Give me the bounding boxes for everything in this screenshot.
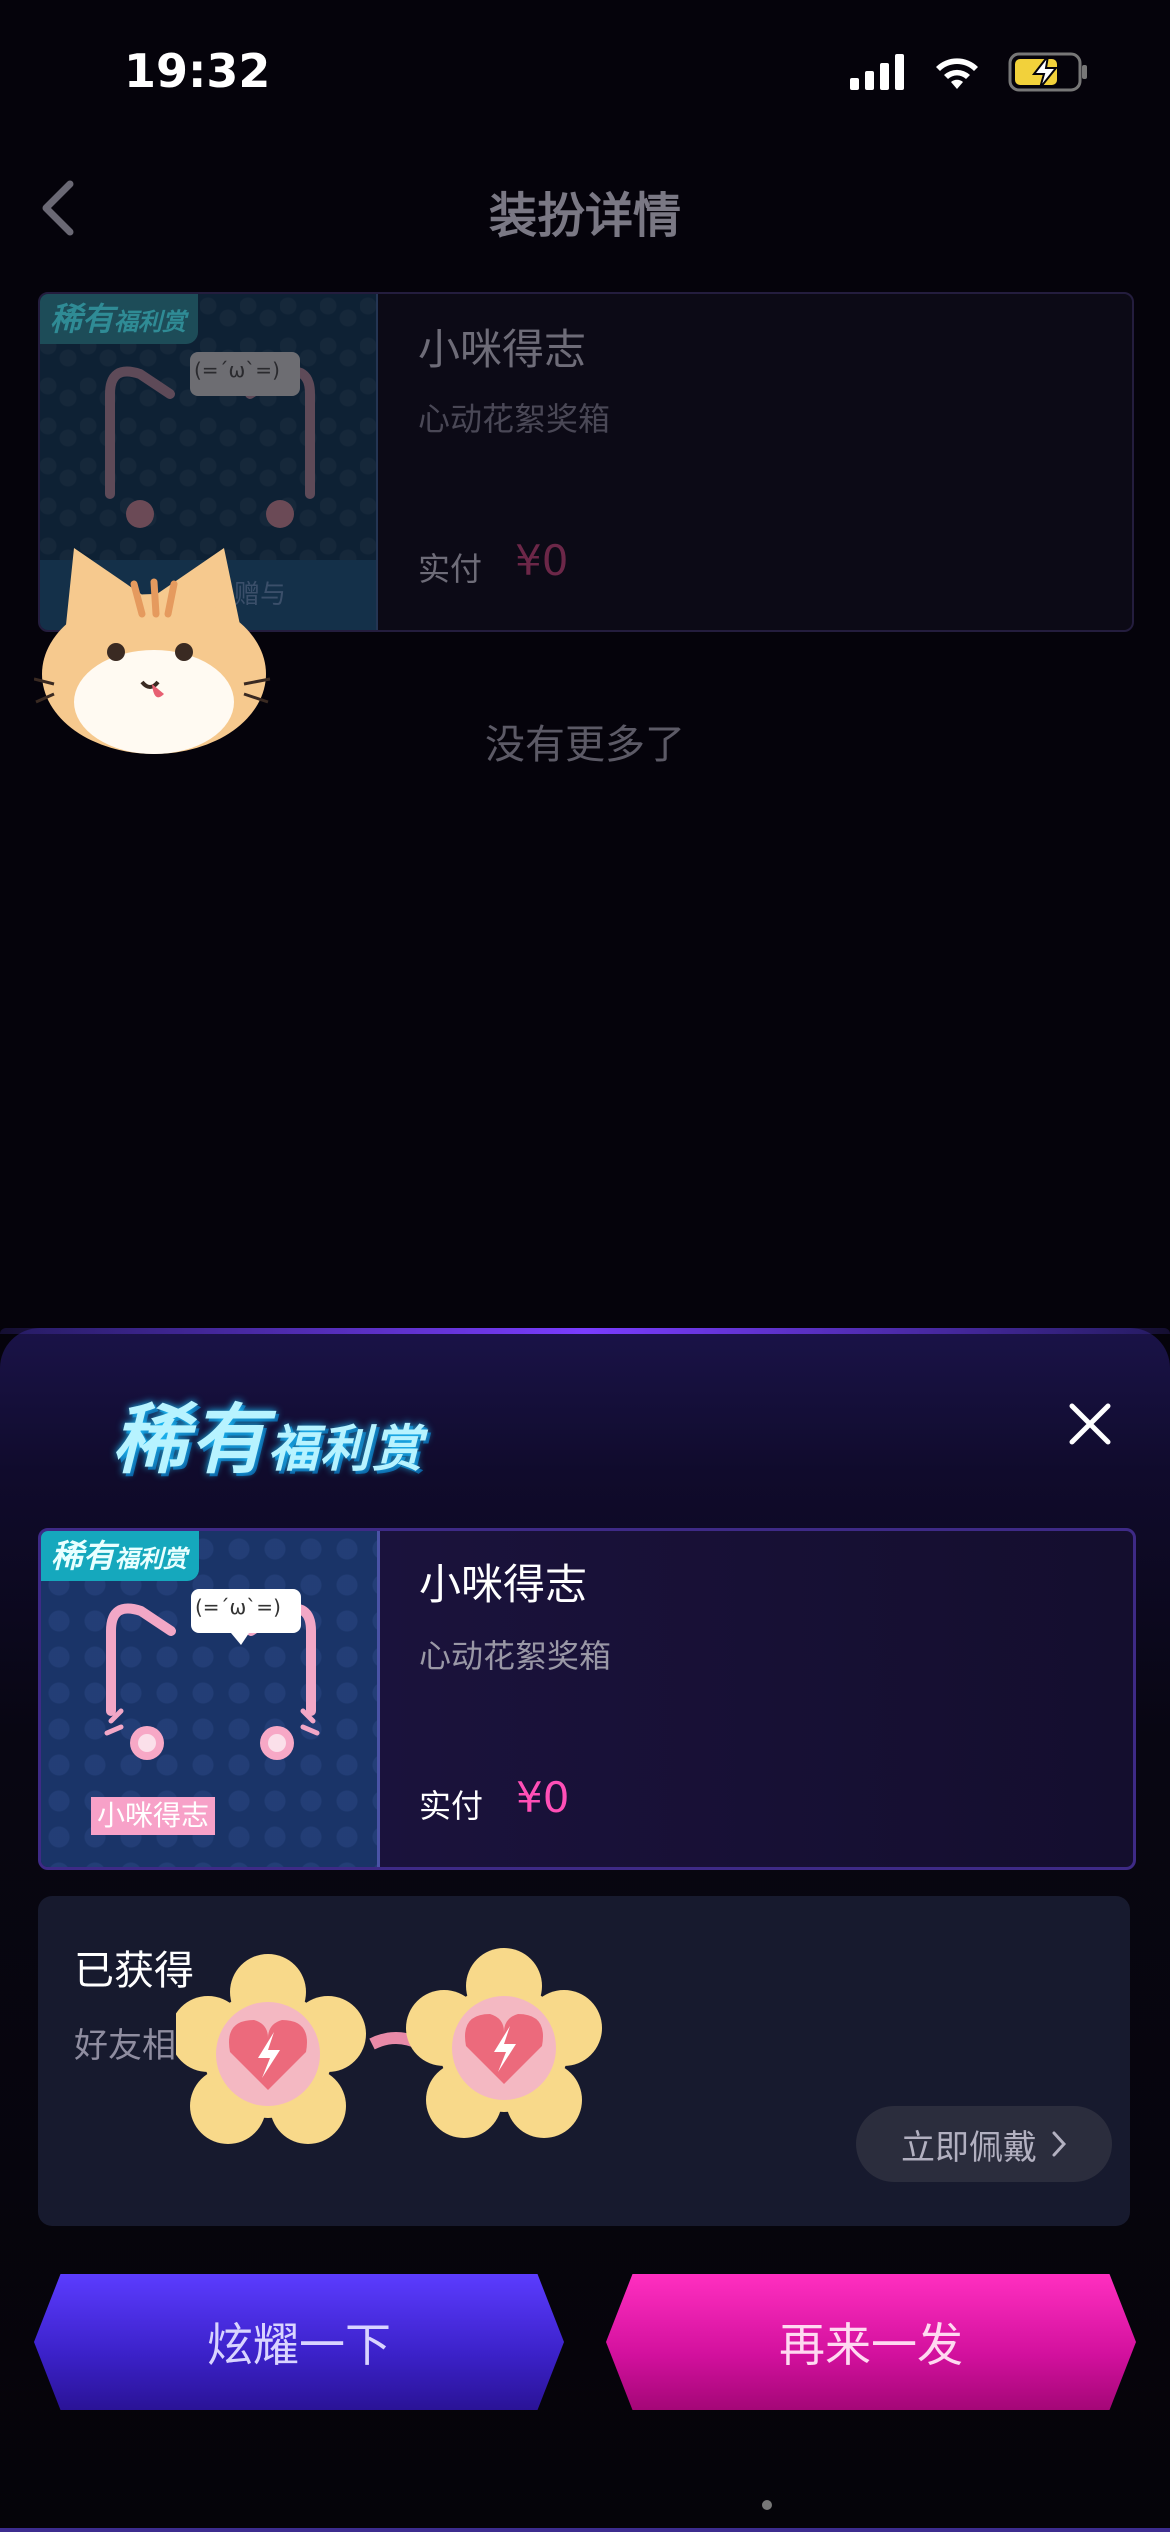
page-title: 装扮详情	[488, 188, 681, 244]
sheet-top-glow	[0, 1328, 1170, 1334]
pay-label: 实付	[419, 1787, 484, 1825]
chevron-right-icon	[1052, 2131, 1067, 2157]
item-subtitle: 心动花絮奖箱	[418, 400, 611, 438]
list-end-text: 没有更多了	[485, 722, 685, 768]
heart-glasses-sticker-icon	[176, 1948, 602, 2144]
obtained-description: 好友相	[74, 2026, 176, 2066]
thumb-label: 小咪得志	[91, 1797, 216, 1835]
wear-now-button[interactable]: 立即佩戴	[856, 2106, 1112, 2182]
reward-thumbnail: 稀有福利赏 (=´ω`=) 小咪得志	[41, 1531, 380, 1867]
wear-now-label: 立即佩戴	[901, 2127, 1037, 2168]
item-subtitle: 心动花絮奖箱	[419, 1637, 612, 1675]
wifi-icon	[936, 58, 978, 89]
status-icons	[850, 52, 1090, 92]
cat-frame-icon	[105, 352, 315, 528]
thumb-bubble-face: (=´ω`=)	[195, 1595, 281, 1619]
price: ¥0	[516, 1773, 570, 1822]
pay-label: 实付	[418, 550, 483, 588]
signal-icon	[850, 54, 904, 90]
item-name: 小咪得志	[419, 1560, 588, 1609]
reward-item-card: 稀有福利赏 (=´ω`=) 小咪得志 小咪得志 心动花絮奖箱 实付 ¥0	[38, 1528, 1136, 1870]
item-name: 小咪得志	[418, 325, 587, 374]
thumb-bubble-face: (=´ω`=)	[194, 358, 280, 382]
battery-charging-icon	[1008, 52, 1087, 92]
close-icon[interactable]	[1062, 1396, 1118, 1452]
home-indicator-icon	[762, 2500, 772, 2510]
show-off-button[interactable]: 炫耀一下	[34, 2274, 564, 2410]
status-time: 19:32	[124, 44, 271, 98]
price: ¥0	[515, 536, 569, 585]
rare-logo: 稀有福利赏	[112, 1395, 424, 1484]
draw-again-button[interactable]: 再来一发	[606, 2274, 1136, 2410]
